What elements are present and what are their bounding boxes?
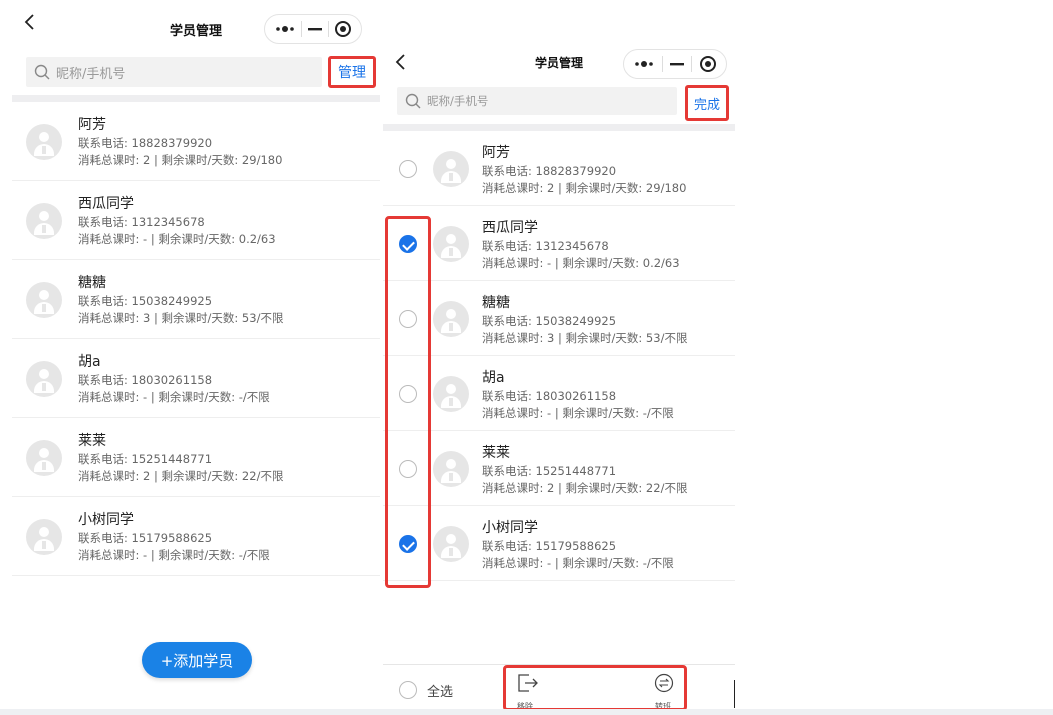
- student-select-checkbox[interactable]: [399, 534, 417, 553]
- manage-button[interactable]: 管理: [328, 56, 376, 88]
- search-icon: [405, 93, 421, 109]
- close-target-icon[interactable]: [699, 55, 717, 73]
- avatar-icon: [26, 360, 62, 397]
- more-dots-icon[interactable]: [633, 59, 655, 69]
- student-hours: 消耗总课时: 2 | 剩余课时/天数: 22/不限: [78, 469, 284, 483]
- student-row[interactable]: 小树同学联系电话: 15179588625 消耗总课时: - | 剩余课时/天数:…: [383, 506, 735, 581]
- page-bottom-strip: [0, 709, 1053, 715]
- close-target-icon[interactable]: [334, 20, 352, 38]
- student-select-checkbox[interactable]: [399, 234, 417, 253]
- mini-program-capsule: [623, 49, 727, 79]
- student-hours: 消耗总课时: - | 剩余课时/天数: -/不限: [482, 406, 674, 420]
- student-name: 西瓜同学: [482, 220, 538, 236]
- student-hours: 消耗总课时: 2 | 剩余课时/天数: 22/不限: [482, 481, 688, 495]
- student-name: 莱莱: [78, 433, 106, 449]
- student-phone: 联系电话: 1312345678: [482, 239, 609, 253]
- select-all-checkbox[interactable]: [399, 681, 417, 699]
- student-select-checkbox[interactable]: [399, 384, 417, 403]
- student-hours: 消耗总课时: - | 剩余课时/天数: -/不限: [78, 390, 270, 404]
- avatar-icon: [433, 525, 469, 562]
- search-input[interactable]: 昵称/手机号: [397, 87, 677, 115]
- avatar-icon: [433, 225, 469, 262]
- avatar-icon: [433, 300, 469, 337]
- done-button[interactable]: 完成: [685, 85, 729, 121]
- student-phone: 联系电话: 18828379920: [482, 164, 617, 178]
- student-phone: 联系电话: 15038249925: [78, 294, 213, 308]
- add-student-button[interactable]: +添加学员: [142, 642, 252, 678]
- student-phone: 联系电话: 18828379920: [78, 136, 213, 150]
- mini-program-capsule: [264, 14, 362, 44]
- student-phone: 联系电话: 15251448771: [78, 452, 213, 466]
- student-row[interactable]: 糖糖联系电话: 15038249925 消耗总课时: 3 | 剩余课时/天数: 5…: [383, 281, 735, 356]
- student-hours: 消耗总课时: - | 剩余课时/天数: 0.2/63: [78, 232, 276, 246]
- transfer-icon: [654, 673, 674, 693]
- student-name: 胡a: [482, 370, 505, 386]
- student-hours: 消耗总课时: - | 剩余课时/天数: 0.2/63: [482, 256, 680, 270]
- student-manage-screen-editing: 学员管理 昵称/手机号 完成 阿芳 联系电话: 18828379920 消耗总课时:…: [383, 0, 735, 715]
- minimize-icon[interactable]: [669, 59, 685, 69]
- student-phone: 联系电话: 15179588625: [78, 531, 213, 545]
- student-phone: 联系电话: 15038249925: [482, 314, 617, 328]
- more-dots-icon[interactable]: [274, 24, 296, 34]
- student-select-checkbox[interactable]: [399, 159, 417, 178]
- student-hours: 消耗总课时: 2 | 剩余课时/天数: 29/180: [482, 181, 687, 195]
- header-divider: [383, 124, 735, 131]
- minimize-icon[interactable]: [307, 24, 323, 34]
- search-input[interactable]: 昵称/手机号: [26, 57, 322, 87]
- student-select-checkbox[interactable]: [399, 459, 417, 478]
- search-placeholder: 昵称/手机号: [56, 66, 126, 82]
- select-all-label: 全选: [427, 685, 454, 700]
- avatar-icon: [26, 123, 62, 160]
- student-phone: 联系电话: 18030261158: [482, 389, 617, 403]
- student-select-checkbox[interactable]: [399, 309, 417, 328]
- student-row[interactable]: 胡a 联系电话: 18030261158 消耗总课时: - | 剩余课时/天数: -…: [383, 356, 735, 431]
- student-name: 胡a: [78, 354, 101, 370]
- student-row[interactable]: 糖糖联系电话: 15038249925 消耗总课时: 3 | 剩余课时/天数: 5…: [12, 260, 380, 339]
- text-cursor: [734, 680, 735, 708]
- student-phone: 联系电话: 15179588625: [482, 539, 617, 553]
- student-row[interactable]: 小树同学联系电话: 15179588625 消耗总课时: - | 剩余课时/天数:…: [12, 497, 380, 576]
- student-row[interactable]: 胡a 联系电话: 18030261158 消耗总课时: - | 剩余课时/天数: -…: [12, 339, 380, 418]
- student-name: 糖糖: [482, 295, 510, 311]
- remove-exit-icon: [518, 674, 538, 692]
- student-phone: 联系电话: 15251448771: [482, 464, 617, 478]
- search-placeholder: 昵称/手机号: [427, 94, 489, 108]
- student-name: 莱莱: [482, 445, 510, 461]
- remove-action[interactable]: 移除: [515, 673, 545, 713]
- student-name: 糖糖: [78, 275, 106, 291]
- transfer-action[interactable]: 转班: [651, 673, 681, 713]
- student-name: 西瓜同学: [78, 196, 134, 212]
- student-phone: 联系电话: 1312345678: [78, 215, 205, 229]
- student-hours: 消耗总课时: 3 | 剩余课时/天数: 53/不限: [78, 311, 284, 325]
- header-divider: [12, 95, 380, 102]
- student-name: 小树同学: [482, 520, 538, 536]
- student-hours: 消耗总课时: 3 | 剩余课时/天数: 53/不限: [482, 331, 688, 345]
- nav-bar: 学员管理: [12, 0, 380, 44]
- student-name: 阿芳: [78, 117, 106, 133]
- avatar-icon: [26, 281, 62, 318]
- student-hours: 消耗总课时: - | 剩余课时/天数: -/不限: [482, 556, 674, 570]
- student-phone: 联系电话: 18030261158: [78, 373, 213, 387]
- student-row[interactable]: 阿芳联系电话: 18828379920 消耗总课时: 2 | 剩余课时/天数: 2…: [383, 131, 735, 206]
- student-name: 小树同学: [78, 512, 134, 528]
- student-row[interactable]: 西瓜同学联系电话: 1312345678 消耗总课时: - | 剩余课时/天数: …: [383, 206, 735, 281]
- avatar-icon: [26, 439, 62, 476]
- search-icon: [34, 64, 50, 80]
- avatar-icon: [433, 375, 469, 412]
- student-hours: 消耗总课时: 2 | 剩余课时/天数: 29/180: [78, 153, 283, 167]
- student-row[interactable]: 莱莱联系电话: 15251448771 消耗总课时: 2 | 剩余课时/天数: 2…: [383, 431, 735, 506]
- avatar-icon: [433, 450, 469, 487]
- student-row[interactable]: 阿芳联系电话: 18828379920 消耗总课时: 2 | 剩余课时/天数: 2…: [12, 102, 380, 181]
- student-name: 阿芳: [482, 145, 510, 161]
- avatar-icon: [26, 518, 62, 555]
- nav-bar: [383, 0, 735, 70]
- student-hours: 消耗总课时: - | 剩余课时/天数: -/不限: [78, 548, 270, 562]
- student-row[interactable]: 西瓜同学联系电话: 1312345678 消耗总课时: - | 剩余课时/天数: …: [12, 181, 380, 260]
- avatar-icon: [26, 202, 62, 239]
- student-row[interactable]: 莱莱联系电话: 15251448771 消耗总课时: 2 | 剩余课时/天数: 2…: [12, 418, 380, 497]
- avatar-icon: [433, 150, 469, 187]
- student-manage-screen-normal: 学员管理 昵称/手机号 管理 阿芳联系电话: 18828379920 消耗总课时:…: [12, 0, 380, 715]
- bottom-action-bar: 全选 移除 转班: [383, 664, 735, 715]
